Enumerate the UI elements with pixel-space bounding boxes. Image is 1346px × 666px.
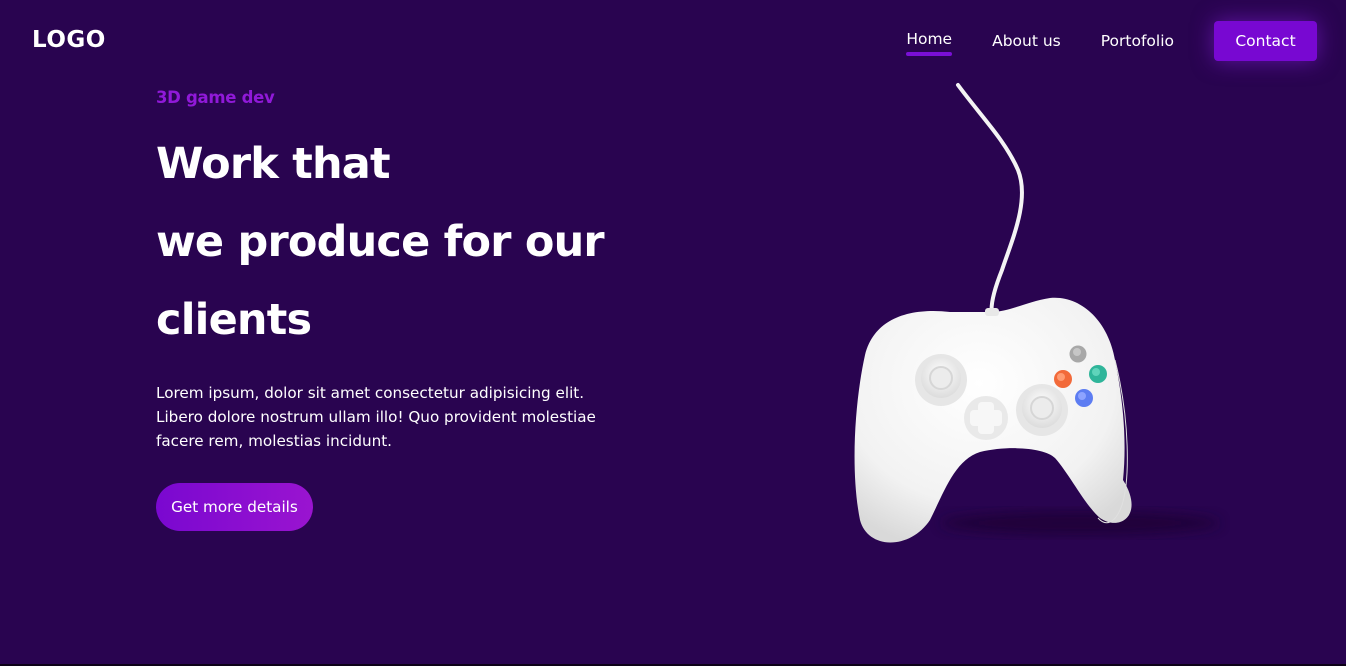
logo[interactable]: LOGO (32, 27, 106, 53)
get-more-details-button[interactable]: Get more details (156, 483, 313, 531)
headline-line: we produce for our (156, 217, 605, 267)
main-nav: Home About us Portofolio Contact (866, 0, 1317, 82)
nav-portfolio-link[interactable]: Portofolio (1101, 32, 1174, 50)
contact-button[interactable]: Contact (1214, 21, 1317, 61)
headline-line: clients (156, 295, 312, 345)
hero-headline: Work that we produce for our clients (156, 125, 676, 359)
hero-section: 3D game dev Work that we produce for our… (156, 84, 676, 531)
nav-about-link[interactable]: About us (992, 32, 1061, 50)
game-controller-icon (830, 80, 1230, 564)
hero-description: Lorem ipsum, dolor sit amet consectetur … (156, 384, 596, 450)
hero-eyebrow: 3D game dev (156, 88, 275, 107)
nav-home-link[interactable]: Home (906, 30, 952, 56)
headline-line: Work that (156, 139, 391, 189)
